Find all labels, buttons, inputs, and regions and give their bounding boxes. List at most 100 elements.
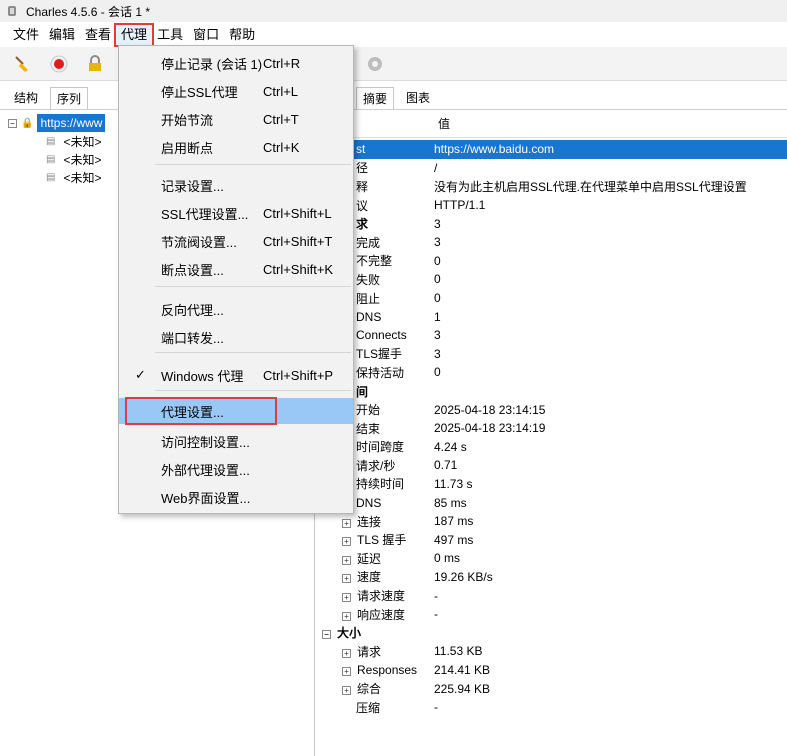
proxy-menu-item[interactable]: Web界面设置...	[119, 484, 353, 510]
summary-row[interactable]: + 综合 225.94 KB	[316, 679, 787, 698]
proxy-menu-item[interactable]: 停止记录 (会话 1) Ctrl+R	[119, 50, 353, 76]
document-icon: ▤	[46, 135, 56, 147]
summary-row[interactable]: Connects 3	[316, 326, 787, 345]
summary-row[interactable]: + Responses 214.41 KB	[316, 661, 787, 680]
summary-row[interactable]: 完成 3	[316, 233, 787, 252]
summary-key-text: 压缩	[356, 700, 381, 715]
proxy-menu-item[interactable]: 访问控制设置...	[119, 428, 353, 454]
summary-value: 0	[434, 291, 441, 306]
menu-view[interactable]: 查看	[80, 25, 116, 45]
summary-row[interactable]: DNS 1	[316, 307, 787, 326]
summary-row[interactable]: + 延迟 0 ms	[316, 549, 787, 568]
tab-sequence[interactable]: 序列	[50, 87, 89, 109]
proxy-menu-item[interactable]: SSL代理设置... Ctrl+Shift+L	[119, 200, 353, 226]
host-label[interactable]: https://www	[37, 114, 106, 132]
summary-row[interactable]: TLS握手 3	[316, 345, 787, 364]
tab-summary[interactable]: 摘要	[356, 87, 395, 109]
proxy-menu-item[interactable]: 反向代理...	[119, 296, 353, 322]
summary-row[interactable]: 径 /	[316, 159, 787, 178]
summary-row[interactable]: 不完整 0	[316, 252, 787, 271]
lock-host-icon: 🔒	[21, 117, 34, 129]
summary-row[interactable]: 请求/秒 0.71	[316, 456, 787, 475]
expand-icon[interactable]: +	[342, 593, 351, 603]
charles-app-icon	[8, 6, 16, 16]
tab-structure[interactable]: 结构	[8, 87, 44, 109]
menu-proxy[interactable]: 代理	[114, 23, 155, 47]
expand-icon[interactable]: +	[342, 537, 351, 547]
summary-pane: 摘要 图表 值 st https://www.baidu.com 径 / 释没有为此主机…	[316, 82, 787, 756]
summary-row[interactable]: + 响应速度 -	[316, 605, 787, 624]
proxy-menu-item[interactable]: 断点设置... Ctrl+Shift+K	[119, 256, 353, 282]
summary-value: 0.71	[434, 458, 458, 473]
summary-value: 3	[434, 346, 441, 361]
broom-icon[interactable]	[12, 53, 34, 75]
proxy-menu-item[interactable]: 开始节流 Ctrl+T	[119, 106, 353, 132]
value-column-header: 值	[438, 117, 451, 131]
summary-row[interactable]: − 大小	[316, 623, 787, 642]
proxy-menu-item[interactable]: 外部代理设置...	[119, 456, 353, 482]
summary-row[interactable]: 议 HTTP/1.1	[316, 196, 787, 215]
menu-file[interactable]: 文件	[8, 25, 44, 45]
summary-row[interactable]: 开始 2025-04-18 23:14:15	[316, 400, 787, 419]
summary-row[interactable]: st https://www.baidu.com	[316, 140, 787, 159]
record-icon[interactable]	[48, 53, 70, 75]
summary-row[interactable]: 失败 0	[316, 270, 787, 289]
proxy-menu-item[interactable]: 节流阀设置... Ctrl+Shift+T	[119, 228, 353, 254]
expand-icon[interactable]: +	[342, 648, 351, 658]
proxy-menu-item[interactable]: 记录设置...	[119, 172, 353, 198]
summary-value: 1	[434, 309, 441, 324]
summary-row[interactable]: 保持活动 0	[316, 363, 787, 382]
proxy-menu-item[interactable]: 停止SSL代理 Ctrl+L	[119, 78, 353, 104]
summary-value: /	[434, 160, 438, 175]
lock-icon[interactable]	[84, 53, 106, 75]
summary-key-text: 保持活动	[356, 365, 405, 380]
summary-row[interactable]: 压缩 -	[316, 698, 787, 717]
menu-item-label: 启用断点	[161, 140, 214, 156]
menu-window[interactable]: 窗口	[188, 25, 224, 45]
summary-key-text: 请求/秒	[356, 458, 396, 473]
summary-value: HTTP/1.1	[434, 198, 486, 213]
summary-row[interactable]: 结束 2025-04-18 23:14:19	[316, 419, 787, 438]
proxy-menu-item[interactable]: 端口转发...	[119, 324, 353, 350]
summary-key: + 请求速度	[316, 587, 431, 604]
child-label: <未知>	[63, 152, 102, 167]
expand-icon[interactable]: +	[342, 686, 351, 696]
summary-row[interactable]: 求3	[316, 214, 787, 233]
summary-row[interactable]: + 请求速度 -	[316, 586, 787, 605]
proxy-menu-item[interactable]: 启用断点 Ctrl+K	[119, 134, 353, 160]
menu-help[interactable]: 帮助	[224, 25, 260, 45]
menu-item-label: 断点设置...	[161, 262, 224, 278]
settings-gear-icon[interactable]	[364, 53, 386, 75]
summary-value: 没有为此主机启用SSL代理.在代理菜单中启用SSL代理设置	[434, 179, 747, 194]
summary-key-text: 持续时间	[356, 477, 405, 492]
tab-chart[interactable]: 图表	[400, 87, 436, 109]
summary-row[interactable]: 时间跨度 4.24 s	[316, 438, 787, 457]
menu-edit[interactable]: 编辑	[44, 25, 80, 45]
expand-icon[interactable]: +	[342, 574, 351, 584]
summary-row[interactable]: 持续时间 11.73 s	[316, 475, 787, 494]
menu-item-label: 记录设置...	[161, 178, 224, 194]
summary-row[interactable]: + 请求 11.53 KB	[316, 642, 787, 661]
menu-bar: 文件 编辑 查看 代理 工具 窗口 帮助	[0, 23, 787, 47]
collapse-icon[interactable]: −	[8, 118, 17, 128]
menu-tools[interactable]: 工具	[152, 25, 188, 45]
expand-icon[interactable]: +	[342, 666, 351, 676]
summary-table: st https://www.baidu.com 径 / 释没有为此主机启用SSL代理.…	[316, 140, 787, 716]
summary-row[interactable]: + 速度 19.26 KB/s	[316, 568, 787, 587]
proxy-menu-item[interactable]: ✓ Windows 代理 Ctrl+Shift+P	[119, 362, 353, 388]
collapse-icon[interactable]: −	[322, 630, 331, 640]
expand-icon[interactable]: +	[342, 555, 351, 565]
summary-row[interactable]: 释 没有为此主机启用SSL代理.在代理菜单中启用SSL代理设置	[316, 177, 787, 196]
summary-key-text: 结束	[356, 421, 381, 436]
summary-row[interactable]: 间	[316, 382, 787, 401]
summary-row[interactable]: DNS 85 ms	[316, 493, 787, 512]
menu-separator	[155, 352, 351, 353]
expand-icon[interactable]: +	[342, 611, 351, 621]
menu-item-label: Web界面设置...	[161, 490, 251, 506]
summary-key-text: 开始	[356, 403, 381, 418]
expand-icon[interactable]: +	[342, 518, 351, 528]
summary-row[interactable]: 阻止 0	[316, 289, 787, 308]
summary-row[interactable]: + 连接 187 ms	[316, 512, 787, 531]
proxy-menu-item[interactable]: 代理设置...	[119, 397, 353, 425]
summary-row[interactable]: + TLS 握手 497 ms	[316, 530, 787, 549]
